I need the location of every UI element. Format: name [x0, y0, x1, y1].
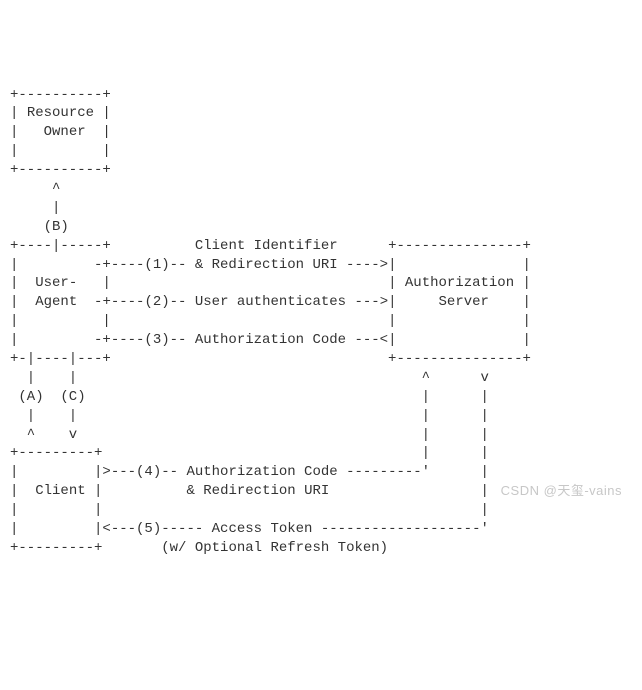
box-client: Client [35, 483, 85, 499]
box-resource-owner-line2: Owner [44, 124, 86, 140]
box-authz-server-line2: Server [439, 294, 489, 310]
step-4: (4)-- Authorization Code ---------' [136, 464, 430, 480]
step-1: (1)-- & Redirection URI ----> [144, 257, 388, 273]
box-authz-server-line1: Authorization [405, 275, 514, 291]
watermark: CSDN @天玺-vains [501, 482, 622, 500]
box-resource-owner-line1: Resource [27, 105, 94, 121]
box-user-agent-line1: User- [35, 275, 77, 291]
header-client-identifier: Client Identifier [195, 238, 338, 254]
step-5b: (w/ Optional Refresh Token) [161, 540, 388, 556]
box-user-agent-line2: Agent [35, 294, 77, 310]
step-4b: & Redirection URI [186, 483, 329, 499]
step-3: (3)-- Authorization Code ---< [144, 332, 388, 348]
step-5: (5)----- Access Token ------------------… [136, 521, 489, 537]
step-2: (2)-- User authenticates ---> [144, 294, 388, 310]
